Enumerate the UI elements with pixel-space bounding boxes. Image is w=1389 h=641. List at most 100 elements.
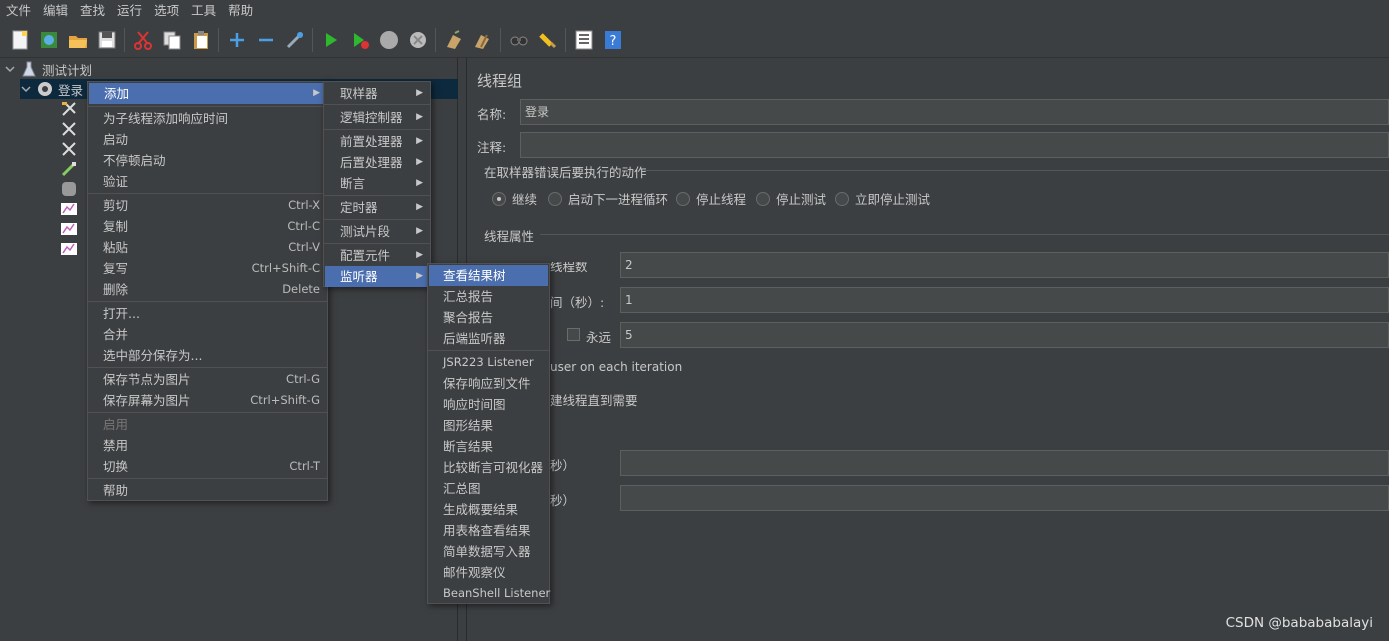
menu-item-cut[interactable]: 剪切 Ctrl-X <box>89 195 326 216</box>
submenu-item-assertion[interactable]: 断言 ▶ <box>325 173 429 194</box>
tree-node-test-plan[interactable]: 测试计划 <box>4 59 458 79</box>
function-helper-icon[interactable] <box>572 28 596 52</box>
listener-item-backend-listener[interactable]: 后端监听器 <box>443 328 506 349</box>
submenu-item-logic-controller[interactable]: 逻辑控制器 ▶ <box>325 107 429 128</box>
cut-icon[interactable] <box>131 28 155 52</box>
save-icon[interactable] <box>95 28 119 52</box>
menu-help[interactable]: 帮助 <box>222 0 259 22</box>
startup-delay-field[interactable] <box>620 485 1389 511</box>
radio-stop-thread[interactable]: 停止线程 <box>676 189 746 208</box>
radio-dot[interactable] <box>756 191 770 206</box>
copy-icon[interactable] <box>160 28 184 52</box>
menu-item-paste[interactable]: 粘贴 Ctrl-V <box>89 237 326 258</box>
config-icon[interactable] <box>60 180 78 198</box>
menu-item-start-no-pause[interactable]: 不停顿启动 <box>103 150 166 171</box>
threads-field[interactable]: 2 <box>620 252 1389 278</box>
radio-dot[interactable] <box>676 191 690 206</box>
listener-icon[interactable] <box>60 221 78 237</box>
menu-item-delete[interactable]: 删除 Delete <box>89 279 326 300</box>
listener-item-jsr223[interactable]: JSR223 Listener <box>443 352 534 373</box>
chevron-down-icon[interactable] <box>20 83 32 95</box>
radio-continue[interactable]: 继续 <box>492 189 537 208</box>
rampup-field[interactable]: 1 <box>620 287 1389 313</box>
listener-item-aggregate-report[interactable]: 聚合报告 <box>443 307 493 328</box>
submenu-item-timer[interactable]: 定时器 ▶ <box>325 197 429 218</box>
start-no-pause-icon[interactable] <box>348 28 372 52</box>
duration-field[interactable] <box>620 450 1389 476</box>
listener-item-view-results-table[interactable]: 用表格查看结果 <box>443 520 531 541</box>
menu-tools[interactable]: 工具 <box>185 0 222 22</box>
listener-item-aggregate-graph[interactable]: 汇总图 <box>443 478 481 499</box>
submenu-item-preprocessor[interactable]: 前置处理器 ▶ <box>325 131 429 152</box>
listener-icon[interactable] <box>60 201 78 217</box>
sampler-icon[interactable] <box>60 140 78 158</box>
clear-icon[interactable] <box>442 28 466 52</box>
submenu-item-test-fragment[interactable]: 测试片段 ▶ <box>325 221 429 242</box>
menu-item-validate[interactable]: 验证 <box>103 171 128 192</box>
radio-stop-test[interactable]: 停止测试 <box>756 189 826 208</box>
dropper-icon[interactable] <box>60 160 78 178</box>
help-icon[interactable]: ? <box>601 28 625 52</box>
radio-dot[interactable] <box>548 191 562 206</box>
menu-item-save-screen-image[interactable]: 保存屏幕为图片 Ctrl+Shift-G <box>89 390 326 411</box>
toggle-icon[interactable] <box>283 28 307 52</box>
menu-item-open[interactable]: 打开... <box>103 303 140 324</box>
listener-item-simple-data-writer[interactable]: 简单数据写入器 <box>443 541 531 562</box>
start-icon[interactable] <box>319 28 343 52</box>
menu-search[interactable]: 查找 <box>74 0 111 22</box>
comment-field[interactable] <box>520 132 1389 158</box>
reset-search-icon[interactable] <box>536 28 560 52</box>
expand-icon[interactable] <box>225 28 249 52</box>
loop-count-field[interactable]: 5 <box>620 322 1389 348</box>
open-icon[interactable] <box>66 28 90 52</box>
search-icon[interactable] <box>507 28 531 52</box>
submenu-item-listener[interactable]: 监听器 ▶ <box>325 266 429 287</box>
submenu-item-postprocessor[interactable]: 后置处理器 ▶ <box>325 152 429 173</box>
radio-start-next-loop[interactable]: 启动下一进程循环 <box>548 189 668 208</box>
menu-item-toggle[interactable]: 切换 Ctrl-T <box>89 456 326 477</box>
paste-icon[interactable] <box>189 28 213 52</box>
sampler-icon[interactable] <box>60 120 78 138</box>
menu-item-save-selection-as[interactable]: 选中部分保存为... <box>103 345 202 366</box>
menu-item-merge[interactable]: 合并 <box>103 324 128 345</box>
listener-item-comparison-visualizer[interactable]: 比较断言可视化器 <box>443 457 543 478</box>
listener-item-response-time-graph[interactable]: 响应时间图 <box>443 394 506 415</box>
listener-item-graph-results[interactable]: 图形结果 <box>443 415 493 436</box>
submenu-item-config-element[interactable]: 配置元件 ▶ <box>325 245 429 266</box>
listener-item-summary-report[interactable]: 汇总报告 <box>443 286 493 307</box>
sampler-icon[interactable] <box>60 100 78 118</box>
collapse-icon[interactable] <box>254 28 278 52</box>
menu-edit[interactable]: 编辑 <box>37 0 74 22</box>
radio-stop-test-now[interactable]: 立即停止测试 <box>835 189 930 208</box>
menu-item-copy[interactable]: 复制 Ctrl-C <box>89 216 326 237</box>
radio-dot[interactable] <box>492 191 506 206</box>
radio-dot[interactable] <box>835 191 849 206</box>
listener-item-beanshell[interactable]: BeanShell Listener <box>443 583 550 604</box>
submenu-item-sampler[interactable]: 取样器 ▶ <box>325 83 429 104</box>
menu-item-duplicate[interactable]: 复写 Ctrl+Shift-C <box>89 258 326 279</box>
toolbar-separator <box>565 27 566 52</box>
menu-options[interactable]: 选项 <box>148 0 185 22</box>
shutdown-icon[interactable] <box>406 28 430 52</box>
listener-item-save-responses[interactable]: 保存响应到文件 <box>443 373 531 394</box>
menu-item-save-node-image[interactable]: 保存节点为图片 Ctrl-G <box>89 369 326 390</box>
menu-item-help[interactable]: 帮助 <box>103 480 128 501</box>
listener-item-generate-summary[interactable]: 生成概要结果 <box>443 499 518 520</box>
listener-item-view-results-tree[interactable]: 查看结果树 <box>429 265 548 286</box>
clear-all-icon[interactable] <box>471 28 495 52</box>
chevron-down-icon[interactable] <box>4 63 16 75</box>
name-field[interactable]: 登录 <box>520 99 1389 125</box>
menu-file[interactable]: 文件 <box>0 0 37 22</box>
templates-icon[interactable] <box>37 28 61 52</box>
menu-item-disable[interactable]: 禁用 <box>103 435 128 456</box>
listener-item-assertion-results[interactable]: 断言结果 <box>443 436 493 457</box>
stop-icon[interactable] <box>377 28 401 52</box>
listener-icon[interactable] <box>60 241 78 257</box>
menu-item-start[interactable]: 启动 <box>103 129 128 150</box>
menu-item-add-response-time[interactable]: 为子线程添加响应时间 <box>103 108 228 129</box>
menu-run[interactable]: 运行 <box>111 0 148 22</box>
new-icon[interactable] <box>8 28 32 52</box>
forever-checkbox[interactable] <box>567 328 580 341</box>
menu-item-add[interactable]: 添加 ▶ <box>89 83 326 104</box>
listener-item-mailer-visualizer[interactable]: 邮件观察仪 <box>443 562 506 583</box>
